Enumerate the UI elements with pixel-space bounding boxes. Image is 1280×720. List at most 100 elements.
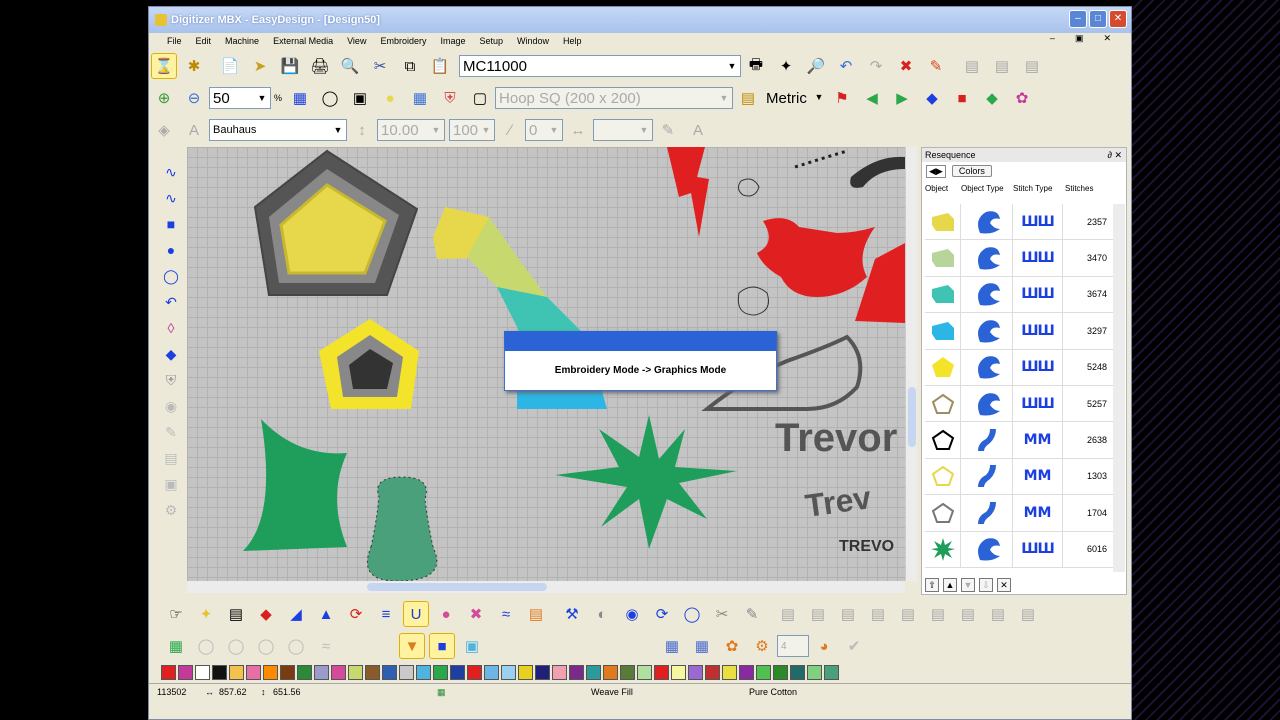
vertical-scrollbar[interactable] [905, 147, 917, 581]
color-swatch[interactable] [569, 665, 584, 680]
color-swatch[interactable] [331, 665, 346, 680]
color-swatch[interactable] [212, 665, 227, 680]
3d-glasses-icon[interactable]: ◯ [317, 85, 343, 111]
arrow-left-icon[interactable]: ◀ [859, 85, 885, 111]
color-swatch[interactable] [807, 665, 822, 680]
color-swatch[interactable] [484, 665, 499, 680]
menu-file[interactable]: File [167, 36, 182, 46]
color-swatch[interactable] [280, 665, 295, 680]
digitize-ellipse-icon[interactable]: ◯ [159, 264, 183, 288]
tools-icon[interactable]: ⚒ [559, 601, 585, 627]
close-button[interactable]: ✕ [1109, 10, 1127, 28]
color-swatch[interactable] [603, 665, 618, 680]
flower-icon[interactable]: ⚙ [749, 633, 775, 659]
shield-icon[interactable]: ⛨ [159, 368, 183, 392]
picture-icon[interactable]: ▣ [347, 85, 373, 111]
hoop-icon[interactable]: ▢ [467, 85, 493, 111]
color-sort-icon[interactable]: ◆ [979, 85, 1005, 111]
move-last-icon[interactable]: ⇩ [979, 578, 993, 592]
menu-external-media[interactable]: External Media [273, 36, 333, 46]
slant-input[interactable]: 0 ▼ [525, 119, 563, 141]
paste-icon[interactable]: 📋 [427, 53, 453, 79]
reshape-icon[interactable]: ◆ [253, 601, 279, 627]
color-swatch[interactable] [705, 665, 720, 680]
color-swatch[interactable] [314, 665, 329, 680]
photo-icon[interactable]: ▣ [159, 472, 183, 496]
color-swatch[interactable] [722, 665, 737, 680]
object-row[interactable]: ШШ 5248 [925, 349, 1113, 386]
menu-edit[interactable]: Edit [196, 36, 212, 46]
color-swatch[interactable] [501, 665, 516, 680]
menu-embroidery[interactable]: Embroidery [380, 36, 426, 46]
print-icon[interactable]: 🖨 [307, 53, 333, 79]
color-swatch[interactable] [535, 665, 550, 680]
color-swatch[interactable] [382, 665, 397, 680]
wand-icon[interactable]: ✦ [773, 53, 799, 79]
digitize-rect-icon[interactable]: ■ [159, 212, 183, 236]
stitch-order-icon[interactable]: ▼ [399, 633, 425, 659]
same-size-icon[interactable]: ▤ [985, 601, 1011, 627]
satin-icon[interactable]: ● [433, 601, 459, 627]
text-fill-icon[interactable]: A [685, 117, 711, 143]
diamond-icon[interactable]: ◆ [159, 342, 183, 366]
color-swatch[interactable] [790, 665, 805, 680]
color-swatch[interactable] [246, 665, 261, 680]
wave-icon[interactable]: ≈ [493, 601, 519, 627]
eraser-icon[interactable]: ✎ [923, 53, 949, 79]
color-swatch[interactable] [348, 665, 363, 680]
ring-icon[interactable]: ◯ [679, 601, 705, 627]
object-row[interactable]: ШШ 3297 [925, 313, 1113, 350]
needle-icon[interactable]: ✎ [739, 601, 765, 627]
horizontal-scrollbar[interactable] [187, 581, 905, 593]
scissors-icon[interactable]: ✂ [709, 601, 735, 627]
trace-icon[interactable]: ✎ [159, 420, 183, 444]
sequence-icon[interactable]: ▤ [523, 601, 549, 627]
cut-icon[interactable]: ✂ [367, 53, 393, 79]
undo-icon[interactable]: ↶ [833, 53, 859, 79]
color-swatch[interactable] [518, 665, 533, 680]
digitize-circle-icon[interactable]: ● [159, 238, 183, 262]
menu-setup[interactable]: Setup [479, 36, 503, 46]
colors-button[interactable]: Colors [951, 165, 992, 177]
color-swatch[interactable] [824, 665, 839, 680]
color-swatch[interactable] [671, 665, 686, 680]
mdi-close-button[interactable]: ✕ [1103, 33, 1111, 44]
stop-icon[interactable]: ■ [429, 633, 455, 659]
lettering-icon[interactable]: ◈ [151, 117, 177, 143]
hourglass-icon[interactable]: ⌛ [151, 53, 177, 79]
align-bottom-icon[interactable]: ▤ [835, 601, 861, 627]
properties-icon[interactable]: ▤ [223, 601, 249, 627]
color-swatch[interactable] [416, 665, 431, 680]
minimize-button[interactable]: – [1069, 10, 1087, 28]
align-left-icon[interactable]: ▤ [959, 53, 985, 79]
stitch-direction-icon[interactable]: ≡ [373, 601, 399, 627]
pattern-fill-2-icon[interactable]: ▦ [689, 633, 715, 659]
move-down-icon[interactable]: ▼ [961, 578, 975, 592]
width-input[interactable]: 100 ▼ [449, 119, 495, 141]
align-top-icon[interactable]: ▤ [775, 601, 801, 627]
color-swatch[interactable] [161, 665, 176, 680]
hoop-shield-icon[interactable]: ⛨ [437, 85, 463, 111]
stitch-view-icon[interactable]: ▦ [287, 85, 313, 111]
color-swatch[interactable] [552, 665, 567, 680]
menu-view[interactable]: View [347, 36, 366, 46]
color-swatch[interactable] [229, 665, 244, 680]
object-row[interactable]: ШШ 2357 [925, 204, 1113, 241]
move-first-icon[interactable]: ⇧ [925, 578, 939, 592]
print-preview-icon[interactable]: 🔍 [337, 53, 363, 79]
align-center-icon[interactable]: ▤ [989, 53, 1015, 79]
send-to-machine-icon[interactable]: 🖶 [743, 53, 769, 79]
embroidery-mode-icon[interactable]: ✱ [181, 53, 207, 79]
redo-icon[interactable]: ↷ [863, 53, 889, 79]
align-right-icon[interactable]: ▤ [1019, 53, 1045, 79]
color-swatch[interactable] [195, 665, 210, 680]
color-swatch[interactable] [773, 665, 788, 680]
color-swatch[interactable] [756, 665, 771, 680]
new-file-icon[interactable]: 📄 [217, 53, 243, 79]
panel-scrollbar[interactable] [1113, 204, 1125, 572]
same-width-icon[interactable]: ▤ [925, 601, 951, 627]
mirror-icon[interactable]: ▲ [313, 601, 339, 627]
same-height-icon[interactable]: ▤ [955, 601, 981, 627]
distribute-v-icon[interactable]: ▤ [895, 601, 921, 627]
mdi-minimize-button[interactable]: – [1050, 33, 1055, 44]
